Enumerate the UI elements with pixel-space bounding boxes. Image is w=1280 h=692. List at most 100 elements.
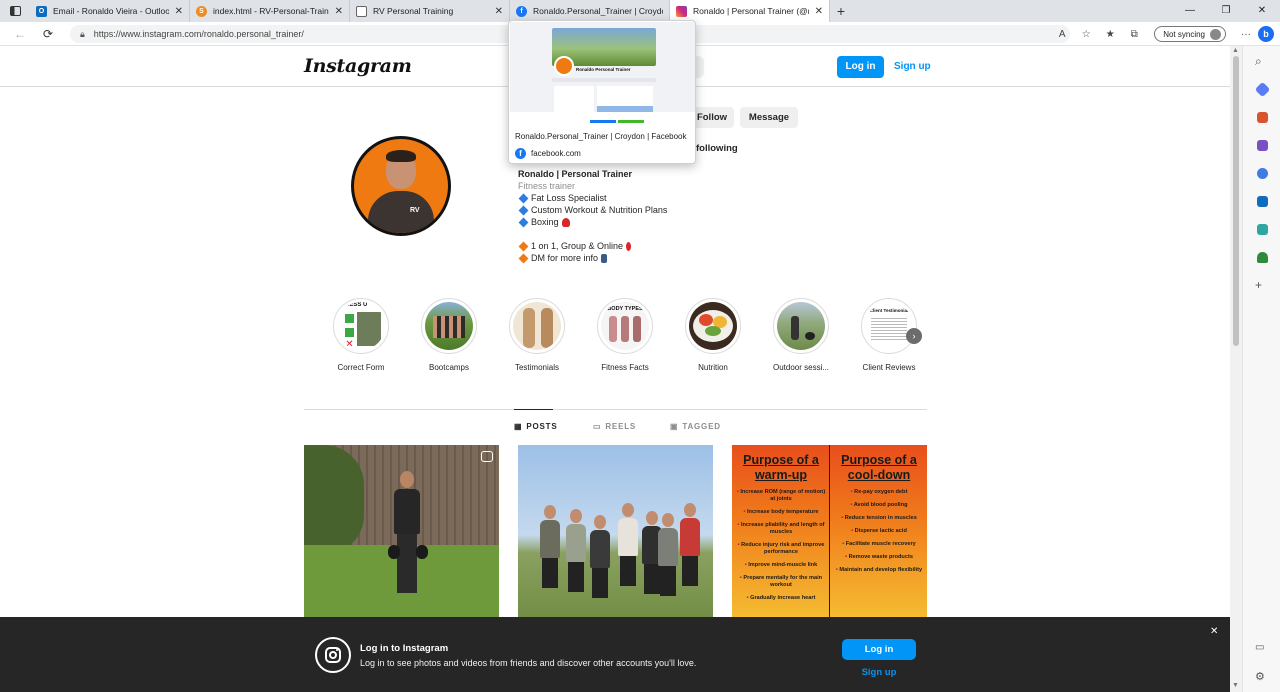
highlight-fitness-facts[interactable]: BODY TYPES Fitness Facts xyxy=(595,298,655,372)
bio-line: Boxing xyxy=(518,216,667,228)
header-signup-link[interactable]: Sign up xyxy=(894,56,931,78)
read-aloud-icon[interactable]: A xyxy=(1050,29,1074,40)
blue-diamond-icon xyxy=(518,217,529,227)
facebook-icon: f xyxy=(516,5,527,17)
page-scrollbar[interactable]: ▲ ▼ xyxy=(1230,46,1242,692)
tab-close-icon[interactable]: ✕ xyxy=(335,6,343,17)
instagram-logo-icon xyxy=(315,637,351,673)
cooldown-title: Purpose of a cool-down xyxy=(841,453,917,482)
tab-close-icon[interactable]: ✕ xyxy=(495,6,503,17)
profile-category: Fitness trainer xyxy=(518,181,576,191)
follow-button[interactable]: Follow xyxy=(690,107,734,128)
profile-avatar[interactable]: RV xyxy=(351,136,451,236)
more-options-icon[interactable]: ··· xyxy=(1234,29,1258,40)
new-tab-icon[interactable]: + xyxy=(830,3,852,19)
tagged-icon: ▣ xyxy=(670,422,679,431)
banner-text: Log in to see photos and videos from fri… xyxy=(360,658,697,668)
search-icon[interactable]: ⌕ xyxy=(1255,54,1262,69)
highlights-next-icon[interactable]: › xyxy=(906,328,922,344)
refresh-icon[interactable]: ⟳ xyxy=(34,27,62,41)
highlight-nutrition[interactable]: Nutrition xyxy=(683,298,743,372)
profile-name: Ronaldo | Personal Trainer xyxy=(518,169,633,179)
highlight-label: Client Reviews xyxy=(862,363,916,372)
tag-icon[interactable] xyxy=(1254,81,1271,98)
bing-copilot-icon[interactable]: b xyxy=(1258,26,1274,42)
collections-icon[interactable]: ⧉ xyxy=(1122,29,1146,40)
login-banner: Log in to Instagram Log in to see photos… xyxy=(0,617,1230,692)
post-warmup-cooldown[interactable]: Purpose of a warm-up Increase ROM (range… xyxy=(732,445,927,625)
tab-reels[interactable]: ▭ REELS xyxy=(593,422,636,431)
favorites-icon[interactable]: ★ xyxy=(1098,29,1122,40)
rv-logo: RV xyxy=(410,207,420,214)
facebook-icon: f xyxy=(515,148,526,159)
banner-title: Log in to Instagram xyxy=(360,643,449,654)
header-login-button[interactable]: Log in xyxy=(837,56,884,78)
post-kettlebell[interactable] xyxy=(304,445,499,625)
blue-diamond-icon xyxy=(518,193,529,203)
pin-icon xyxy=(626,241,632,251)
tab-hover-preview[interactable]: Ronaldo Personal Trainer Ronaldo.Persona… xyxy=(508,20,696,164)
outlook-icon: O xyxy=(36,5,47,17)
tab-facebook[interactable]: f Ronaldo.Personal_Trainer | Croydon xyxy=(510,0,670,22)
tab-tagged[interactable]: ▣ TAGGED xyxy=(670,422,721,431)
games-icon[interactable] xyxy=(1257,140,1268,151)
orange-diamond-icon xyxy=(518,241,529,251)
tab-outlook[interactable]: O Email - Ronaldo Vieira - Outlook ✕ xyxy=(30,0,190,22)
highlight-label: Testimonials xyxy=(514,363,559,372)
tab-instagram[interactable]: Ronaldo | Personal Trainer (@ron ✕ xyxy=(670,0,830,22)
tab-actions-icon[interactable] xyxy=(0,0,30,22)
back-icon[interactable]: ← xyxy=(6,27,34,41)
tools-icon[interactable] xyxy=(1257,112,1268,123)
add-sidebar-icon[interactable]: + xyxy=(1255,278,1262,292)
tab-posts[interactable]: ▦ POSTS xyxy=(514,422,557,431)
post-group-photo[interactable] xyxy=(518,445,713,625)
window-close-icon[interactable]: ✕ xyxy=(1244,0,1280,22)
drop-icon[interactable] xyxy=(1257,224,1268,235)
scrollbar-thumb[interactable] xyxy=(1233,56,1239,346)
message-button[interactable]: Message xyxy=(740,107,798,128)
tab-close-icon[interactable]: ✕ xyxy=(815,6,823,17)
reel-icon xyxy=(481,451,493,462)
banner-signup-link[interactable]: Sign up xyxy=(842,667,916,678)
highlight-outdoor-sessions[interactable]: Outdoor sessi... xyxy=(771,298,831,372)
blue-diamond-icon xyxy=(518,205,529,215)
sidebar-layout-icon[interactable]: ▭ xyxy=(1255,642,1264,653)
outlook-sidebar-icon[interactable] xyxy=(1257,196,1268,207)
restore-icon[interactable]: ❐ xyxy=(1208,0,1244,22)
browser-tab-bar: O Email - Ronaldo Vieira - Outlook ✕ S i… xyxy=(0,0,1280,22)
edge-sidebar: ⌕ + ▭ ⚙ xyxy=(1242,46,1280,692)
tree-icon[interactable] xyxy=(1257,252,1268,263)
highlight-bootcamps[interactable]: Bootcamps xyxy=(419,298,479,372)
minimize-icon[interactable]: — xyxy=(1172,0,1208,22)
banner-login-button[interactable]: Log in xyxy=(842,639,916,660)
preview-domain-row: f facebook.com xyxy=(515,148,581,159)
tab-title: Email - Ronaldo Vieira - Outlook xyxy=(53,6,169,16)
banner-close-icon[interactable]: ✕ xyxy=(1210,626,1218,637)
boxing-glove-icon xyxy=(561,217,570,227)
orange-diamond-icon xyxy=(518,253,529,263)
url-text: https://www.instagram.com/ronaldo.person… xyxy=(93,29,304,39)
highlight-testimonials[interactable]: Testimonials xyxy=(507,298,567,372)
tab-sublime[interactable]: S index.html - RV-Personal-Trainer ✕ xyxy=(190,0,350,22)
tab-close-icon[interactable]: ✕ xyxy=(175,6,183,17)
office-icon[interactable] xyxy=(1257,168,1268,179)
preview-title: Ronaldo.Personal_Trainer | Croydon | Fac… xyxy=(515,132,687,141)
tab-rv-personal-training[interactable]: RV Personal Training ✕ xyxy=(350,0,510,22)
toolbar-right: A ☆ ★ ⧉ Not syncing ··· b xyxy=(1050,22,1280,46)
bio-line: DM for more info xyxy=(518,252,667,264)
highlight-correct-form[interactable]: NESS U ✕ Correct Form xyxy=(331,298,391,372)
bio-line: Custom Workout & Nutrition Plans xyxy=(518,204,667,216)
following-count[interactable]: following xyxy=(696,143,738,154)
profile-sync-button[interactable]: Not syncing xyxy=(1154,26,1226,42)
highlight-label: Fitness Facts xyxy=(601,363,649,372)
settings-gear-icon[interactable]: ⚙ xyxy=(1255,670,1265,683)
warmup-title: Purpose of a warm-up xyxy=(743,453,819,482)
cooldown-column: Purpose of a cool-down Re-pay oxygen deb… xyxy=(833,453,925,574)
highlight-label: Bootcamps xyxy=(428,363,470,372)
instagram-logo[interactable]: Instagram xyxy=(304,55,412,77)
sublime-icon: S xyxy=(196,5,207,17)
tab-title: index.html - RV-Personal-Trainer xyxy=(213,6,329,16)
favorite-add-icon[interactable]: ☆ xyxy=(1074,29,1098,40)
mobile-phone-icon xyxy=(601,253,608,263)
window-controls: — ❐ ✕ xyxy=(1172,0,1280,22)
